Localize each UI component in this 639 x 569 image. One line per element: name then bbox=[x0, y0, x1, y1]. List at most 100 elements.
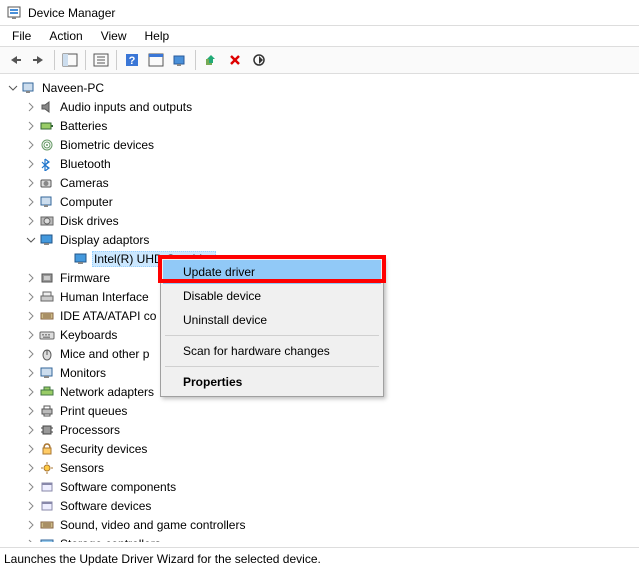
ctx-uninstall-device[interactable]: Uninstall device bbox=[163, 308, 381, 332]
ctx-separator bbox=[165, 335, 379, 336]
expand-icon[interactable] bbox=[24, 290, 38, 304]
device-icon bbox=[39, 156, 55, 172]
expand-icon[interactable] bbox=[24, 385, 38, 399]
device-icon bbox=[39, 194, 55, 210]
tree-item-label: Storage controllers bbox=[58, 536, 163, 543]
expand-icon[interactable] bbox=[24, 499, 38, 513]
svg-text:?: ? bbox=[129, 55, 136, 67]
device-icon bbox=[39, 213, 55, 229]
expand-icon[interactable] bbox=[24, 214, 38, 228]
tree-item-label: Mice and other p bbox=[58, 346, 151, 362]
tree-item-label: Print queues bbox=[58, 403, 129, 419]
tree-category[interactable]: Software components bbox=[4, 477, 639, 496]
expand-icon[interactable] bbox=[24, 366, 38, 380]
expand-icon[interactable] bbox=[24, 518, 38, 532]
expand-icon[interactable] bbox=[24, 537, 38, 543]
ctx-properties[interactable]: Properties bbox=[163, 370, 381, 394]
expand-icon[interactable] bbox=[24, 195, 38, 209]
menu-help[interactable]: Help bbox=[137, 27, 178, 45]
scan-button[interactable] bbox=[169, 49, 191, 71]
app-icon bbox=[6, 5, 22, 21]
back-button[interactable] bbox=[4, 49, 26, 71]
tree-item-label: IDE ATA/ATAPI co bbox=[58, 308, 158, 324]
device-icon bbox=[39, 517, 55, 533]
ctx-scan-hardware[interactable]: Scan for hardware changes bbox=[163, 339, 381, 363]
window-title: Device Manager bbox=[28, 6, 115, 20]
expand-icon[interactable] bbox=[24, 480, 38, 494]
tree-category[interactable]: Biometric devices bbox=[4, 135, 639, 154]
device-icon bbox=[39, 99, 55, 115]
computer-icon bbox=[21, 80, 37, 96]
tree-category[interactable]: Security devices bbox=[4, 439, 639, 458]
tree-item-label: Cameras bbox=[58, 175, 111, 191]
tree-item-label: Sound, video and game controllers bbox=[58, 517, 247, 533]
tree-category[interactable]: Batteries bbox=[4, 116, 639, 135]
root-label: Naveen-PC bbox=[40, 80, 106, 96]
titlebar: Device Manager bbox=[0, 0, 639, 26]
expand-icon[interactable] bbox=[24, 119, 38, 133]
properties-button[interactable] bbox=[90, 49, 112, 71]
expand-icon[interactable] bbox=[24, 100, 38, 114]
action-button[interactable] bbox=[145, 49, 167, 71]
menubar: File Action View Help bbox=[0, 26, 639, 46]
expand-icon[interactable] bbox=[24, 347, 38, 361]
expand-icon[interactable] bbox=[24, 404, 38, 418]
expand-icon[interactable] bbox=[24, 138, 38, 152]
device-icon bbox=[39, 327, 55, 343]
collapse-icon[interactable] bbox=[24, 233, 38, 247]
tree-category[interactable]: Cameras bbox=[4, 173, 639, 192]
device-icon bbox=[39, 118, 55, 134]
disable-button[interactable] bbox=[248, 49, 270, 71]
tree-category[interactable]: Bluetooth bbox=[4, 154, 639, 173]
show-hide-tree-button[interactable] bbox=[59, 49, 81, 71]
tree-root[interactable]: Naveen-PC bbox=[4, 78, 639, 97]
ctx-disable-device[interactable]: Disable device bbox=[163, 284, 381, 308]
tree-category[interactable]: Sound, video and game controllers bbox=[4, 515, 639, 534]
tree-item-label: Keyboards bbox=[58, 327, 119, 343]
device-icon bbox=[39, 308, 55, 324]
forward-button[interactable] bbox=[28, 49, 50, 71]
tree-category[interactable]: Audio inputs and outputs bbox=[4, 97, 639, 116]
tree-category[interactable]: Storage controllers bbox=[4, 534, 639, 542]
update-driver-button[interactable] bbox=[200, 49, 222, 71]
tree-item-label: Software devices bbox=[58, 498, 153, 514]
expand-icon[interactable] bbox=[24, 461, 38, 475]
tree-category[interactable]: Display adaptors bbox=[4, 230, 639, 249]
tree-item-label: Disk drives bbox=[58, 213, 121, 229]
tree-item-label: Bluetooth bbox=[58, 156, 113, 172]
tree-item-label: Firmware bbox=[58, 270, 112, 286]
expand-icon[interactable] bbox=[24, 176, 38, 190]
collapse-icon[interactable] bbox=[6, 81, 20, 95]
tree-item-label: Human Interface bbox=[58, 289, 151, 305]
context-menu: Update driver Disable device Uninstall d… bbox=[160, 257, 384, 397]
ctx-update-driver[interactable]: Update driver bbox=[163, 260, 381, 284]
tree-item-label: Audio inputs and outputs bbox=[58, 99, 194, 115]
expand-icon[interactable] bbox=[24, 309, 38, 323]
status-text: Launches the Update Driver Wizard for th… bbox=[4, 552, 321, 566]
tree-item-label: Monitors bbox=[58, 365, 108, 381]
device-icon bbox=[73, 251, 89, 267]
device-icon bbox=[39, 365, 55, 381]
device-icon bbox=[39, 441, 55, 457]
menu-file[interactable]: File bbox=[4, 27, 39, 45]
expand-icon[interactable] bbox=[24, 157, 38, 171]
tree-category[interactable]: Computer bbox=[4, 192, 639, 211]
help-button[interactable]: ? bbox=[121, 49, 143, 71]
tree-item-label: Biometric devices bbox=[58, 137, 156, 153]
menu-action[interactable]: Action bbox=[41, 27, 90, 45]
device-icon bbox=[39, 270, 55, 286]
tree-category[interactable]: Print queues bbox=[4, 401, 639, 420]
toolbar: ? bbox=[0, 46, 639, 74]
tree-item-label: Computer bbox=[58, 194, 115, 210]
menu-view[interactable]: View bbox=[93, 27, 135, 45]
device-icon bbox=[39, 232, 55, 248]
tree-category[interactable]: Disk drives bbox=[4, 211, 639, 230]
expand-icon[interactable] bbox=[24, 423, 38, 437]
expand-icon[interactable] bbox=[24, 442, 38, 456]
expand-icon[interactable] bbox=[24, 328, 38, 342]
tree-category[interactable]: Processors bbox=[4, 420, 639, 439]
expand-icon[interactable] bbox=[24, 271, 38, 285]
tree-category[interactable]: Software devices bbox=[4, 496, 639, 515]
uninstall-button[interactable] bbox=[224, 49, 246, 71]
tree-category[interactable]: Sensors bbox=[4, 458, 639, 477]
